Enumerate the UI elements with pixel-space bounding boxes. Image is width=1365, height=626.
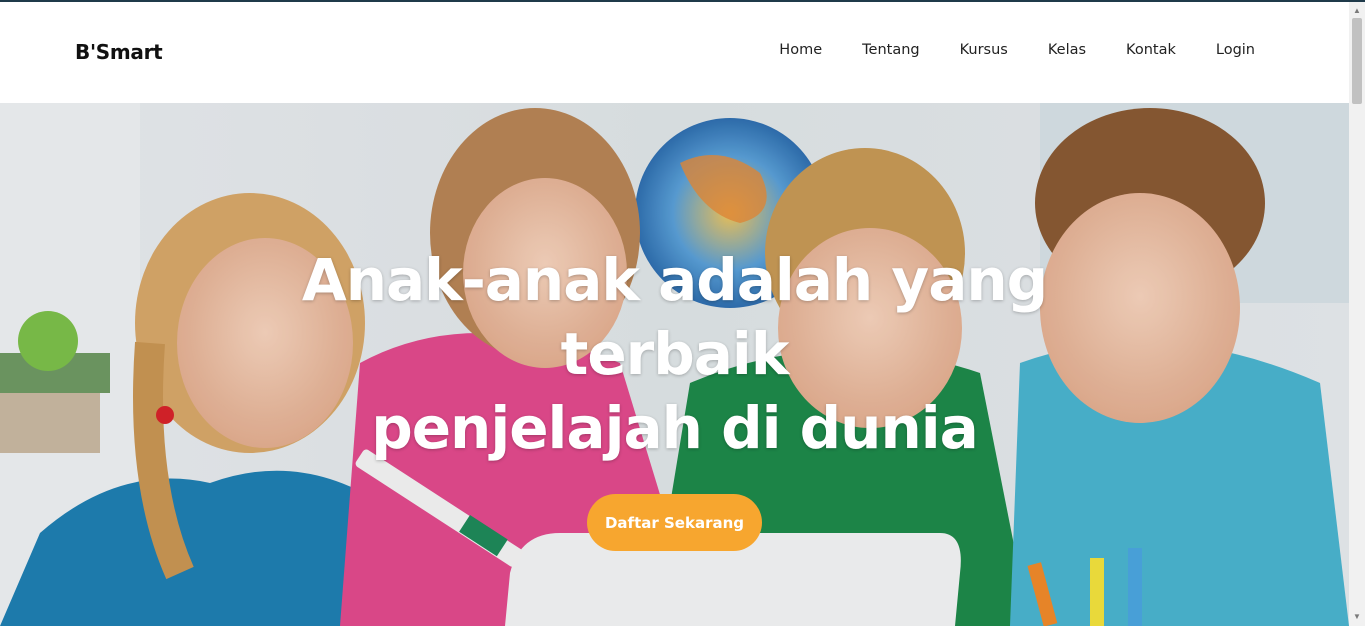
nav-item-kelas[interactable]: Kelas [1048,42,1086,58]
hero-headline-line-2: terbaik [560,320,790,388]
nav-item-home[interactable]: Home [779,42,822,58]
navbar: B'Smart Home Tentang Kursus Kelas Kontak… [0,2,1349,103]
scroll-thumb[interactable] [1352,18,1362,104]
hero-section: Anak-anak adalah yang terbaik penjelajah… [0,103,1349,626]
scroll-down-arrow-icon[interactable]: ▼ [1349,610,1365,624]
nav-item-tentang[interactable]: Tentang [862,42,919,58]
hero-headline-line-3: penjelajah di dunia [371,394,979,462]
register-now-button[interactable]: Daftar Sekarang [587,494,762,551]
main-menu: Home Tentang Kursus Kelas Kontak Login [779,42,1255,58]
page-scrollbar[interactable]: ▲ ▼ [1349,2,1365,626]
scroll-up-arrow-icon[interactable]: ▲ [1349,4,1365,18]
hero-headline-line-1: Anak-anak adalah yang [301,246,1048,314]
hero-headline: Anak-anak adalah yang terbaik penjelajah… [0,243,1349,465]
nav-item-login[interactable]: Login [1216,42,1255,58]
nav-item-kursus[interactable]: Kursus [960,42,1008,58]
brand-logo[interactable]: B'Smart [75,40,163,64]
nav-item-kontak[interactable]: Kontak [1126,42,1176,58]
